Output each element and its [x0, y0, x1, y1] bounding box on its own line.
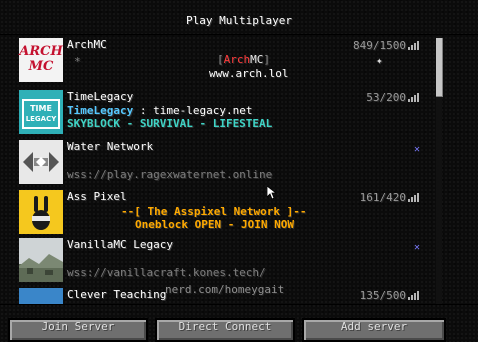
motd-part: wss://vanillacraft.kones.tech/ [67, 266, 266, 279]
motd-line-2: SKYBLOCK - SURVIVAL - LIFESTEAL [67, 117, 272, 130]
motd-part: [ [217, 53, 224, 66]
server-logo-default [19, 140, 63, 184]
mouse-cursor-icon [266, 185, 278, 203]
signal-bars-icon [408, 193, 420, 202]
motd-part: --[ [121, 205, 148, 218]
no-connection-icon: ✕ [413, 144, 420, 155]
motd-line-2: wss://play.ragexwaternet.online [67, 168, 272, 181]
player-count: 849/1500 [353, 39, 406, 52]
server-entry-water-network[interactable]: Water Network ✕ wss://play.ragexwaternet… [14, 138, 436, 186]
landscape-logo-icon [19, 254, 63, 282]
server-logo-asspixel [19, 190, 63, 234]
server-entry-ass-pixel[interactable]: Ass Pixel 161/420 --[ The Asspixel Netwo… [14, 188, 436, 236]
signal-bars-icon [408, 93, 420, 102]
server-logo-archmc: ARCH MC [19, 38, 63, 82]
motd-decor-right: ✦ [376, 54, 383, 67]
overlay-text: nerd.com/homeygait [165, 283, 285, 296]
scrollbar-thumb[interactable] [436, 38, 443, 97]
motd-part: ] [263, 53, 270, 66]
server-name: Water Network [67, 140, 154, 153]
server-entry-vanillamc-legacy[interactable]: VanillaMC Legacy ✕ wss://vanillacraft.ko… [14, 236, 436, 284]
motd-part: ]-- [279, 205, 307, 218]
server-entry-archmc[interactable]: ARCH MC ArchMC 849/1500 [ArchMC] www.arc… [14, 36, 436, 84]
player-count: 53/200 [366, 91, 406, 104]
server-logo-vanillamc [19, 238, 63, 282]
logo-text-line: MC [28, 59, 54, 74]
motd-line-1: TimeLegacy : time-legacy.net [67, 104, 252, 117]
player-count: 161/420 [359, 191, 406, 204]
motd-line-2: Oneblock OPEN - JOIN NOW [135, 218, 294, 231]
direct-connect-button[interactable]: Direct Connect [155, 318, 295, 342]
list-top-border [0, 34, 478, 35]
logo-text-line: LEGACY [25, 115, 57, 123]
player-count: 135/500 [359, 289, 406, 302]
motd-part: Oneblock OPEN - JOIN NOW [135, 218, 294, 231]
signal-bars-icon [408, 41, 420, 50]
logo-text-line: ARCH [19, 44, 63, 59]
donkey-logo-icon [32, 196, 50, 230]
motd-part: wss://play.ragexwaternet.online [67, 168, 273, 181]
motd-part: TimeLegacy [67, 104, 134, 117]
server-logo-timelegacy: TIME LEGACY [19, 90, 63, 134]
motd-line-1: --[ The Asspixel Network ]-- [121, 205, 306, 218]
motd-line-1: [ArchMC] [217, 53, 270, 66]
server-name: Clever Teaching [67, 288, 167, 301]
motd-part: The Asspixel Network [147, 205, 280, 218]
signal-bars-icon [408, 291, 420, 300]
server-name: ArchMC [67, 38, 107, 51]
no-connection-icon: ✕ [413, 242, 420, 253]
motd-line-2: www.arch.lol [209, 67, 288, 80]
list-bottom-border [0, 304, 478, 305]
arrows-icon [23, 152, 59, 172]
join-server-button[interactable]: Join Server [8, 318, 148, 342]
motd-part: www.arch.lol [209, 67, 289, 80]
logo-text-line: TIME [30, 104, 52, 113]
motd-decor-left: * [74, 55, 81, 68]
server-logo-clever [19, 288, 63, 304]
add-server-button[interactable]: Add server [302, 318, 446, 342]
server-entry-timelegacy[interactable]: TIME LEGACY TimeLegacy 53/200 TimeLegacy… [14, 88, 436, 136]
motd-part: : time-legacy.net [133, 104, 253, 117]
server-list[interactable]: ARCH MC ArchMC 849/1500 [ArchMC] www.arc… [14, 36, 436, 304]
server-name: Ass Pixel [67, 190, 127, 203]
server-name: TimeLegacy [67, 90, 134, 103]
motd-part: MC [250, 53, 264, 66]
motd-part: Arch [223, 53, 251, 66]
server-name: VanillaMC Legacy [67, 238, 173, 251]
motd-part: SKYBLOCK - SURVIVAL - LIFESTEAL [67, 117, 273, 130]
screen-title: Play Multiplayer [186, 14, 292, 27]
motd-line-2: wss://vanillacraft.kones.tech/ [67, 266, 266, 279]
